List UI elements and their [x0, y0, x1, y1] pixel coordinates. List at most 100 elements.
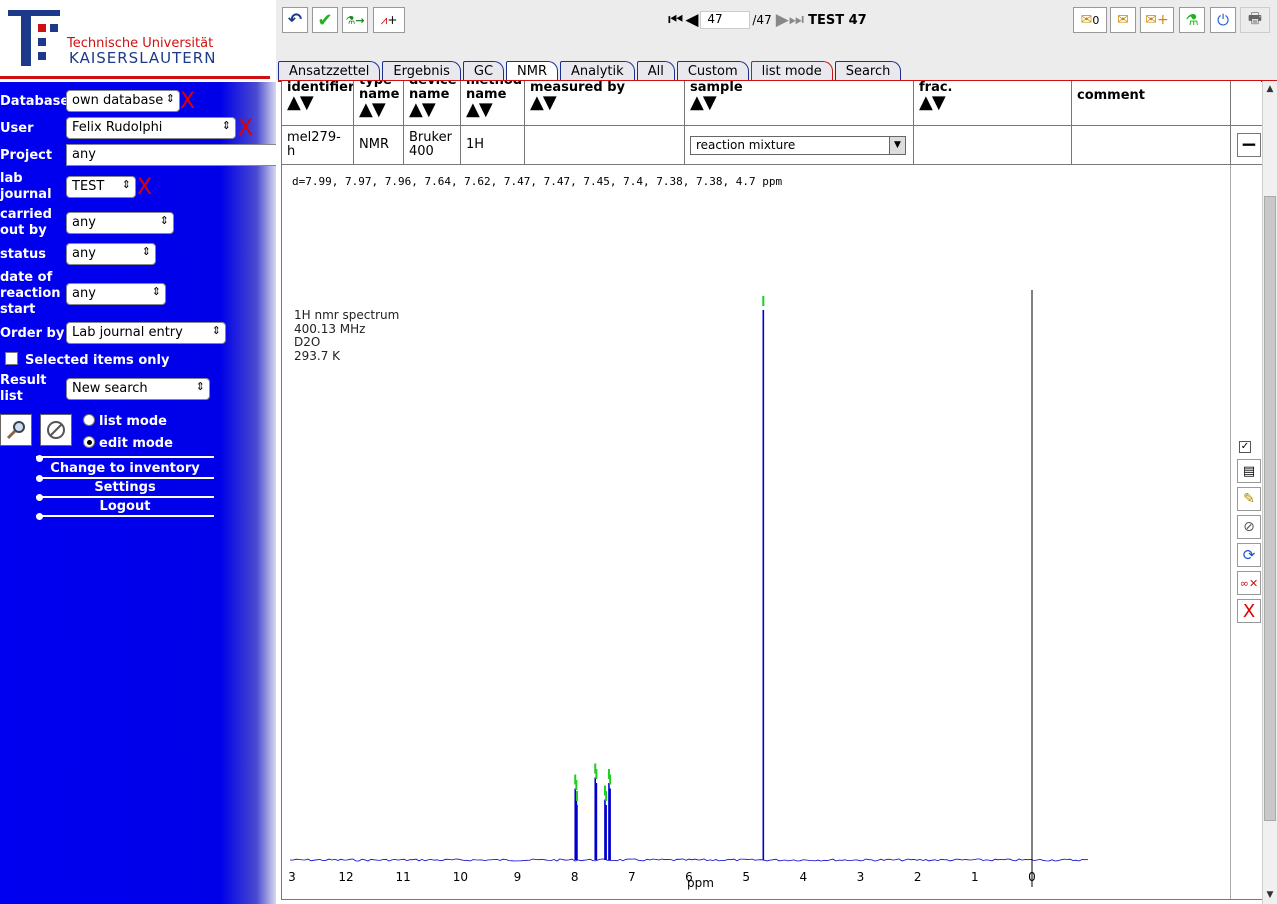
project-select[interactable]: any [66, 144, 276, 166]
first-page-icon[interactable]: ⏮ [668, 10, 683, 30]
logout-link[interactable]: Logout [36, 499, 214, 514]
inbox-button[interactable]: ✉ 0 [1073, 7, 1107, 33]
tab-ergebnis[interactable]: Ergebnis [382, 61, 461, 80]
divider [36, 496, 214, 498]
chemistry-button[interactable]: ⚗ [1179, 7, 1205, 33]
clear-user-icon[interactable]: X [238, 118, 253, 140]
unlink-button[interactable]: ∞✕ [1237, 571, 1261, 595]
divider [36, 477, 214, 479]
dropdown-arrow-icon: ▼ [889, 136, 905, 154]
order-by-select[interactable]: Lab journal entry ⇕ [66, 322, 226, 344]
result-list-select[interactable]: New search ⇕ [66, 378, 210, 400]
save-button[interactable]: ✔ [312, 7, 338, 33]
magnifier-icon [6, 421, 25, 440]
column-header-method-name[interactable]: method name ▲▼ [461, 81, 525, 126]
scroll-up-icon[interactable]: ▲ [1264, 83, 1276, 95]
column-header-frac[interactable]: frac. ▲▼ [914, 81, 1072, 126]
tab-list-mode[interactable]: list mode [750, 61, 833, 80]
column-header-sample[interactable]: sample ▲▼ [685, 81, 914, 126]
sort-arrows-icon[interactable]: ▲▼ [359, 101, 398, 119]
database-select[interactable]: own database ⇕ [66, 90, 180, 112]
reaction-arrow-icon: ⚗→ [345, 13, 365, 27]
date-start-select[interactable]: any ⇕ [66, 283, 166, 305]
row-tools: ✓ ▤ ✎ ⊘ ⟳ ∞✕ X [1232, 165, 1262, 900]
next-page-icon[interactable]: ▶ [776, 10, 789, 30]
edit-mode-label: edit mode [99, 436, 173, 451]
prev-page-icon[interactable]: ◀ [685, 10, 698, 30]
delete-x-icon: X [1242, 600, 1256, 622]
tab-all[interactable]: All [636, 61, 675, 80]
selected-only-checkbox[interactable] [5, 352, 18, 365]
column-header-comment: comment [1072, 81, 1231, 126]
lab-journal-select[interactable]: TEST ⇕ [66, 176, 136, 198]
status-select[interactable]: any ⇕ [66, 243, 156, 265]
axis-tick-label: 4 [800, 870, 808, 884]
reset-button[interactable] [40, 414, 72, 446]
clear-database-icon[interactable]: X [180, 91, 195, 113]
sort-arrows-icon[interactable]: ▲▼ [530, 94, 679, 112]
sidebar: Technische Universität KAISERSLAUTERN Da… [0, 0, 276, 904]
reaction-button[interactable]: ⚗→ [342, 7, 368, 33]
axis-tick-label: 0 [1028, 870, 1036, 884]
sent-button[interactable]: ✉ [1110, 7, 1136, 33]
divider [36, 456, 214, 458]
scroll-thumb[interactable] [1264, 196, 1276, 821]
axis-tick-label: 3 [288, 870, 296, 884]
axis-tick-label: 9 [514, 870, 522, 884]
selected-only-label: Selected items only [25, 353, 170, 368]
refresh-icon: ⟳ [1242, 546, 1256, 564]
column-header-identifier[interactable]: identifier ▲▼ [282, 81, 354, 126]
sort-arrows-icon[interactable]: ▲▼ [466, 101, 519, 119]
column-header-device-name[interactable]: device name ▲▼ [404, 81, 461, 126]
add-spectrum-button[interactable]: ⩘+ [373, 7, 405, 33]
logo: Technische Universität KAISERSLAUTERN [0, 0, 276, 80]
cancel-circle-icon [47, 421, 65, 439]
header-label: comment [1077, 88, 1146, 103]
change-to-inventory-link[interactable]: Change to inventory [36, 461, 214, 476]
clear-lab-journal-icon[interactable]: X [137, 177, 152, 199]
undo-button[interactable]: ↶ [282, 7, 308, 33]
remove-row-button[interactable]: − [1237, 133, 1261, 157]
column-header-measured-by[interactable]: measured by ▲▼ [525, 81, 685, 126]
new-message-button[interactable]: ✉+ [1140, 7, 1174, 33]
sort-arrows-icon[interactable]: ▲▼ [409, 101, 455, 119]
carried-out-by-select[interactable]: any ⇕ [66, 212, 174, 234]
sample-select[interactable]: reaction mixture ▼ [690, 135, 906, 155]
column-header-type-name[interactable]: type name ▲▼ [354, 81, 404, 126]
axis-tick-label: 8 [571, 870, 579, 884]
header-label: sample [690, 81, 743, 95]
details-button[interactable]: ▤ [1237, 459, 1261, 483]
tab-search[interactable]: Search [834, 61, 902, 80]
cell-measured-by[interactable] [525, 126, 685, 165]
list-mode-radio[interactable] [83, 414, 95, 426]
scroll-down-icon[interactable]: ▼ [1264, 889, 1276, 901]
power-button[interactable]: ⏻ [1210, 7, 1236, 33]
flask-icon: ⚗ [1185, 11, 1199, 29]
print-button[interactable]: 🖶 [1240, 7, 1270, 33]
edit-button[interactable]: ✎ [1237, 487, 1261, 511]
user-select[interactable]: Felix Rudolphi ⇕ [66, 117, 236, 139]
cell-frac[interactable] [914, 126, 1072, 165]
page-number-input[interactable]: 47 [700, 11, 751, 29]
analytics-table: identifier ▲▼ type name ▲▼ device name ▲… [281, 81, 1262, 165]
cancel-button[interactable]: ⊘ [1237, 515, 1261, 539]
edit-mode-radio[interactable] [83, 436, 95, 448]
database-label: Database [0, 94, 70, 109]
settings-link[interactable]: Settings [36, 480, 214, 495]
search-button[interactable] [0, 414, 32, 446]
select-checkbox[interactable]: ✓ [1239, 441, 1251, 453]
sort-arrows-icon[interactable]: ▲▼ [287, 94, 348, 112]
tab-analytik[interactable]: Analytik [560, 61, 635, 80]
sort-arrows-icon[interactable]: ▲▼ [690, 94, 908, 112]
cell-comment[interactable] [1072, 126, 1231, 165]
tab-custom[interactable]: Custom [676, 61, 749, 80]
status-label: status [0, 247, 46, 262]
sort-arrows-icon[interactable]: ▲▼ [919, 94, 1066, 112]
refresh-button[interactable]: ⟳ [1237, 543, 1261, 567]
vertical-scrollbar[interactable]: ▲ ▼ [1262, 81, 1277, 904]
tab-gc[interactable]: GC [462, 61, 505, 80]
tab-nmr[interactable]: NMR [506, 61, 559, 81]
delete-button[interactable]: X [1237, 599, 1261, 623]
last-page-icon[interactable]: ⏭ [789, 10, 804, 30]
tab-ansatzzettel[interactable]: Ansatzzettel [278, 61, 381, 80]
